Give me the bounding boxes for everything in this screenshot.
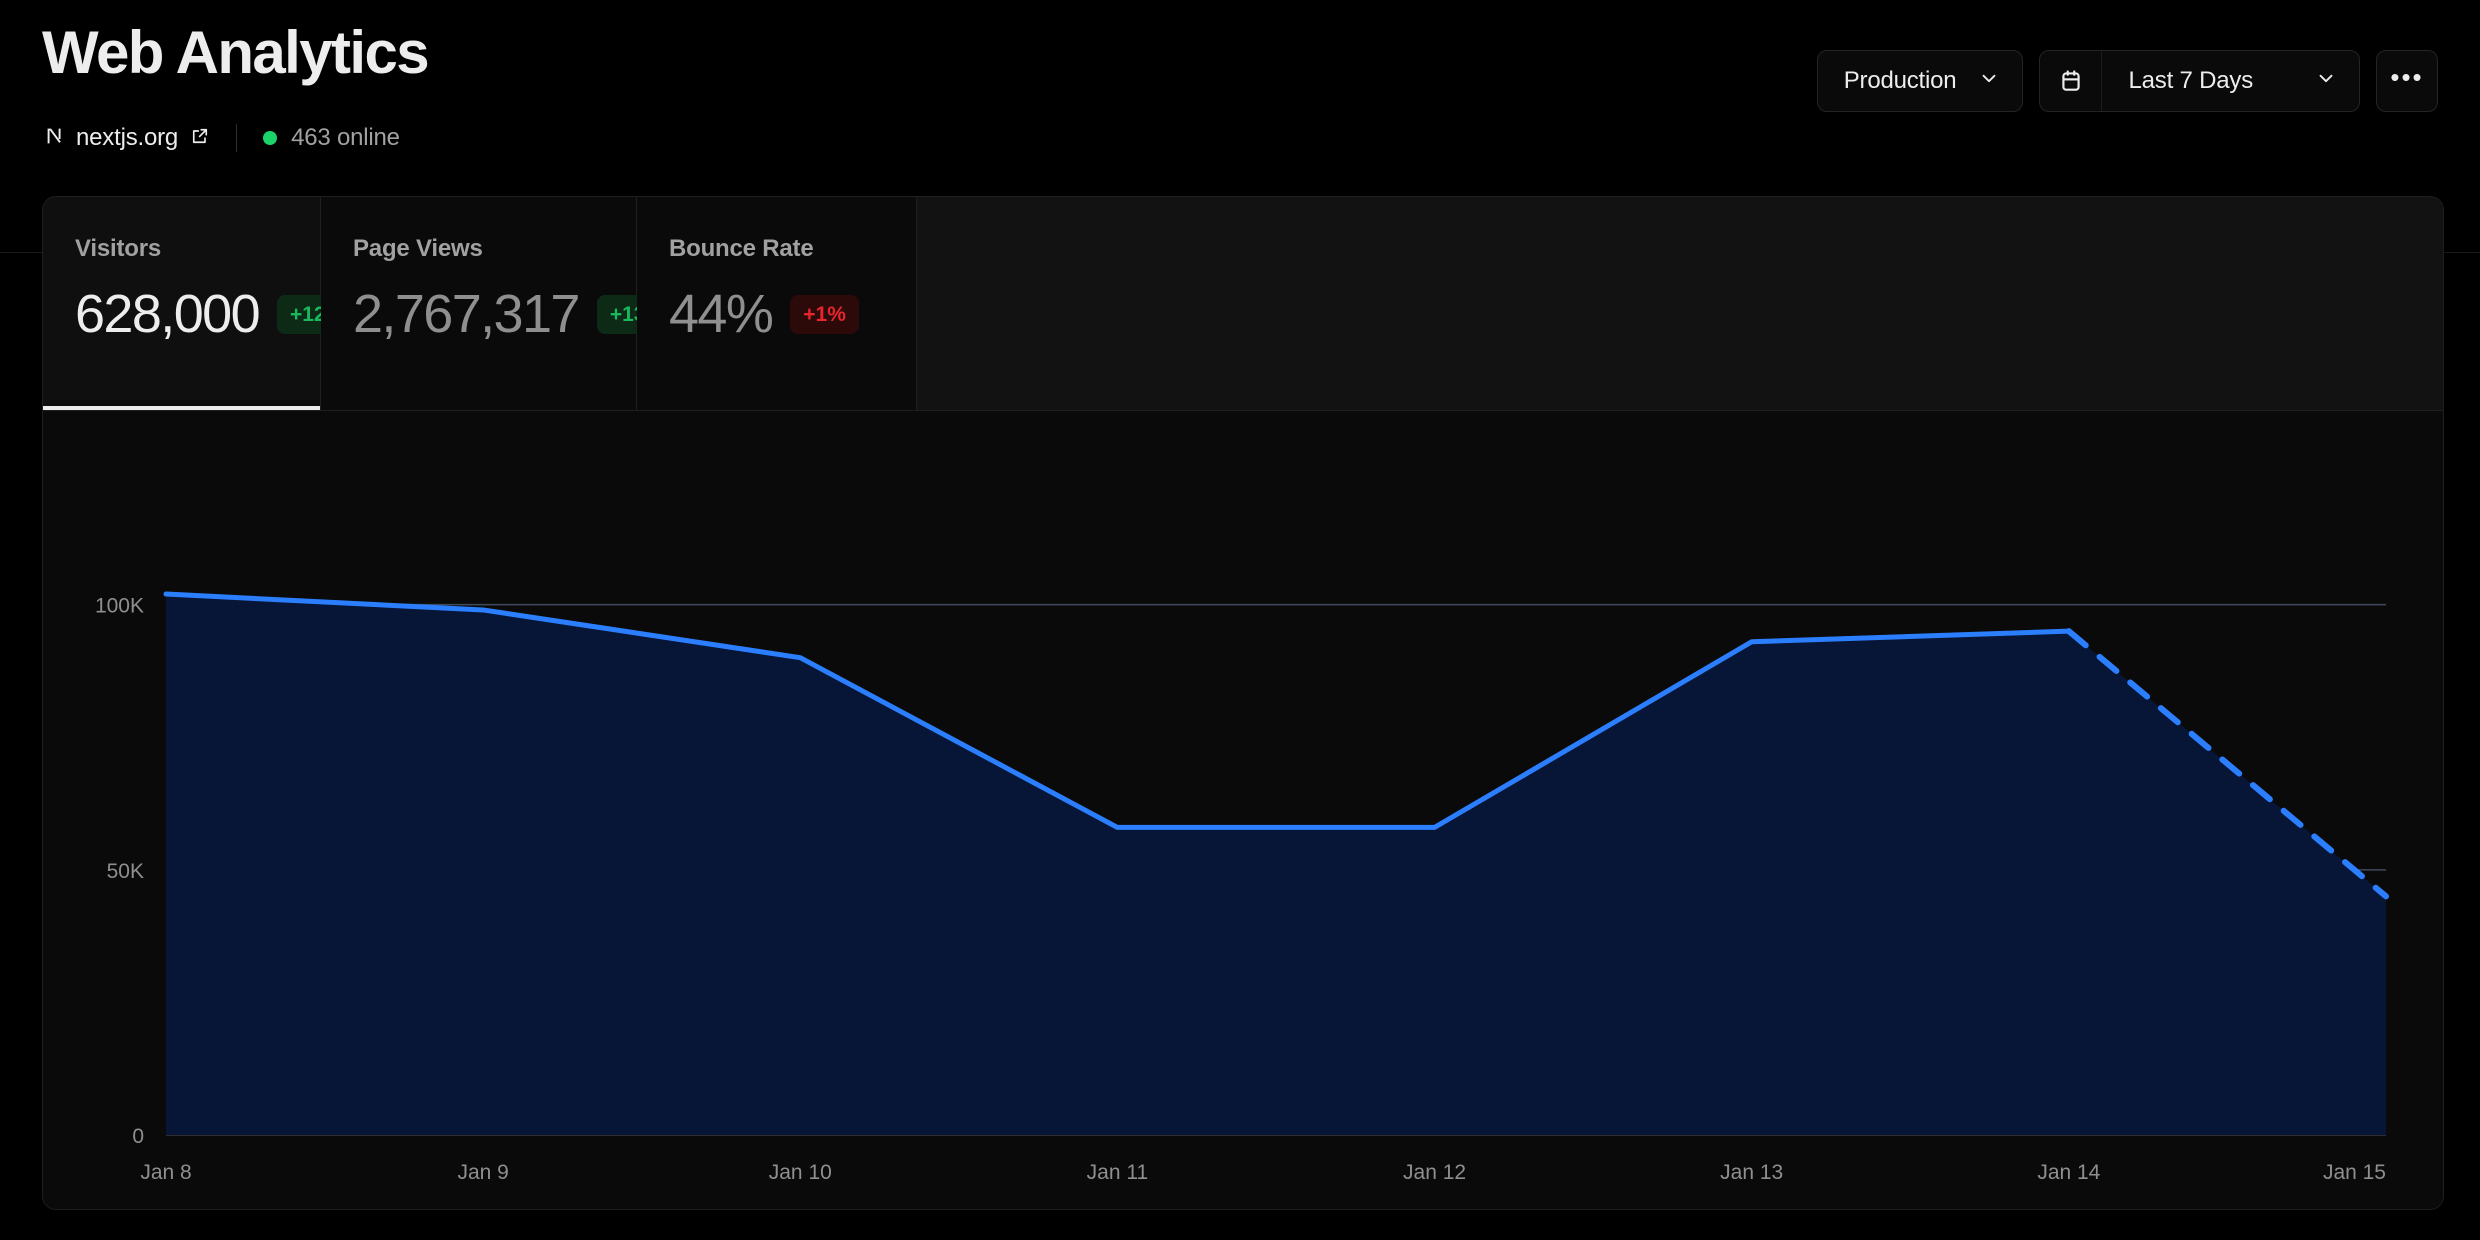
header-toolbar: Production Last 7 Day xyxy=(1817,50,2438,112)
nextjs-logo-icon xyxy=(44,125,66,152)
ellipsis-icon: ••• xyxy=(2390,62,2423,93)
header-divider xyxy=(236,124,237,152)
date-range-selector[interactable]: Last 7 Days xyxy=(2039,50,2360,112)
chevron-down-icon xyxy=(1978,67,2000,96)
svg-text:50K: 50K xyxy=(107,860,144,883)
date-range-value[interactable]: Last 7 Days xyxy=(2102,67,2359,96)
site-name: nextjs.org xyxy=(76,124,178,152)
header-rule-left xyxy=(0,252,44,253)
kpi-tab-bar: Visitors 628,000 +12% Page Views 2,767,3… xyxy=(43,197,2443,411)
kpi-delta-badge: +1% xyxy=(790,295,859,334)
kpi-tab-visitors[interactable]: Visitors 628,000 +12% xyxy=(43,197,321,410)
svg-text:Jan 13: Jan 13 xyxy=(1720,1161,1783,1184)
kpi-tab-bar-filler xyxy=(917,197,2443,410)
svg-text:Jan 10: Jan 10 xyxy=(769,1161,832,1184)
svg-text:Jan 12: Jan 12 xyxy=(1403,1161,1466,1184)
kpi-value-row: 44% +1% xyxy=(669,287,916,341)
kpi-value: 628,000 xyxy=(75,287,259,341)
page-header: Web Analytics nextjs.org xyxy=(0,0,2480,186)
more-options-button[interactable]: ••• xyxy=(2376,50,2438,112)
kpi-value: 44% xyxy=(669,287,772,341)
web-analytics-page: Web Analytics nextjs.org xyxy=(0,0,2480,1240)
header-rule-right xyxy=(2444,252,2480,253)
online-indicator-icon xyxy=(263,131,277,145)
visitors-chart[interactable]: 0 50K 100K Jan 8 Jan 9 Jan 10 Jan 11 Jan 12 Jan … xyxy=(43,411,2443,1209)
date-range-label: Last 7 Days xyxy=(2128,67,2253,95)
kpi-label: Bounce Rate xyxy=(669,235,916,263)
header-subrow: nextjs.org 463 online xyxy=(44,122,400,154)
kpi-value: 2,767,317 xyxy=(353,287,579,341)
visitors-chart-svg: 0 50K 100K Jan 8 Jan 9 Jan 10 Jan 11 Jan 12 Jan … xyxy=(43,411,2443,1209)
svg-text:100K: 100K xyxy=(95,595,144,618)
external-link-icon xyxy=(190,126,210,151)
kpi-label: Visitors xyxy=(75,235,320,263)
svg-text:Jan 15: Jan 15 xyxy=(2323,1161,2386,1184)
online-count-label: 463 online xyxy=(291,124,400,152)
environment-selector[interactable]: Production xyxy=(1817,50,2024,112)
environment-selector-label: Production xyxy=(1844,67,1957,95)
svg-text:0: 0 xyxy=(132,1125,144,1148)
online-status: 463 online xyxy=(263,124,400,152)
kpi-value-row: 2,767,317 +13% xyxy=(353,287,636,341)
svg-text:Jan 9: Jan 9 xyxy=(457,1161,508,1184)
svg-text:Jan 11: Jan 11 xyxy=(1087,1161,1149,1184)
site-link[interactable]: nextjs.org xyxy=(44,124,210,152)
kpi-tab-bounce-rate[interactable]: Bounce Rate 44% +1% xyxy=(637,197,917,410)
page-title: Web Analytics xyxy=(42,20,428,86)
kpi-tab-page-views[interactable]: Page Views 2,767,317 +13% xyxy=(321,197,637,410)
kpi-value-row: 628,000 +12% xyxy=(75,287,320,341)
svg-text:Jan 14: Jan 14 xyxy=(2037,1161,2100,1184)
calendar-icon[interactable] xyxy=(2040,51,2102,111)
kpi-label: Page Views xyxy=(353,235,636,263)
analytics-card: Visitors 628,000 +12% Page Views 2,767,3… xyxy=(42,196,2444,1210)
chevron-down-icon xyxy=(2315,67,2337,96)
svg-text:Jan 8: Jan 8 xyxy=(140,1161,191,1184)
